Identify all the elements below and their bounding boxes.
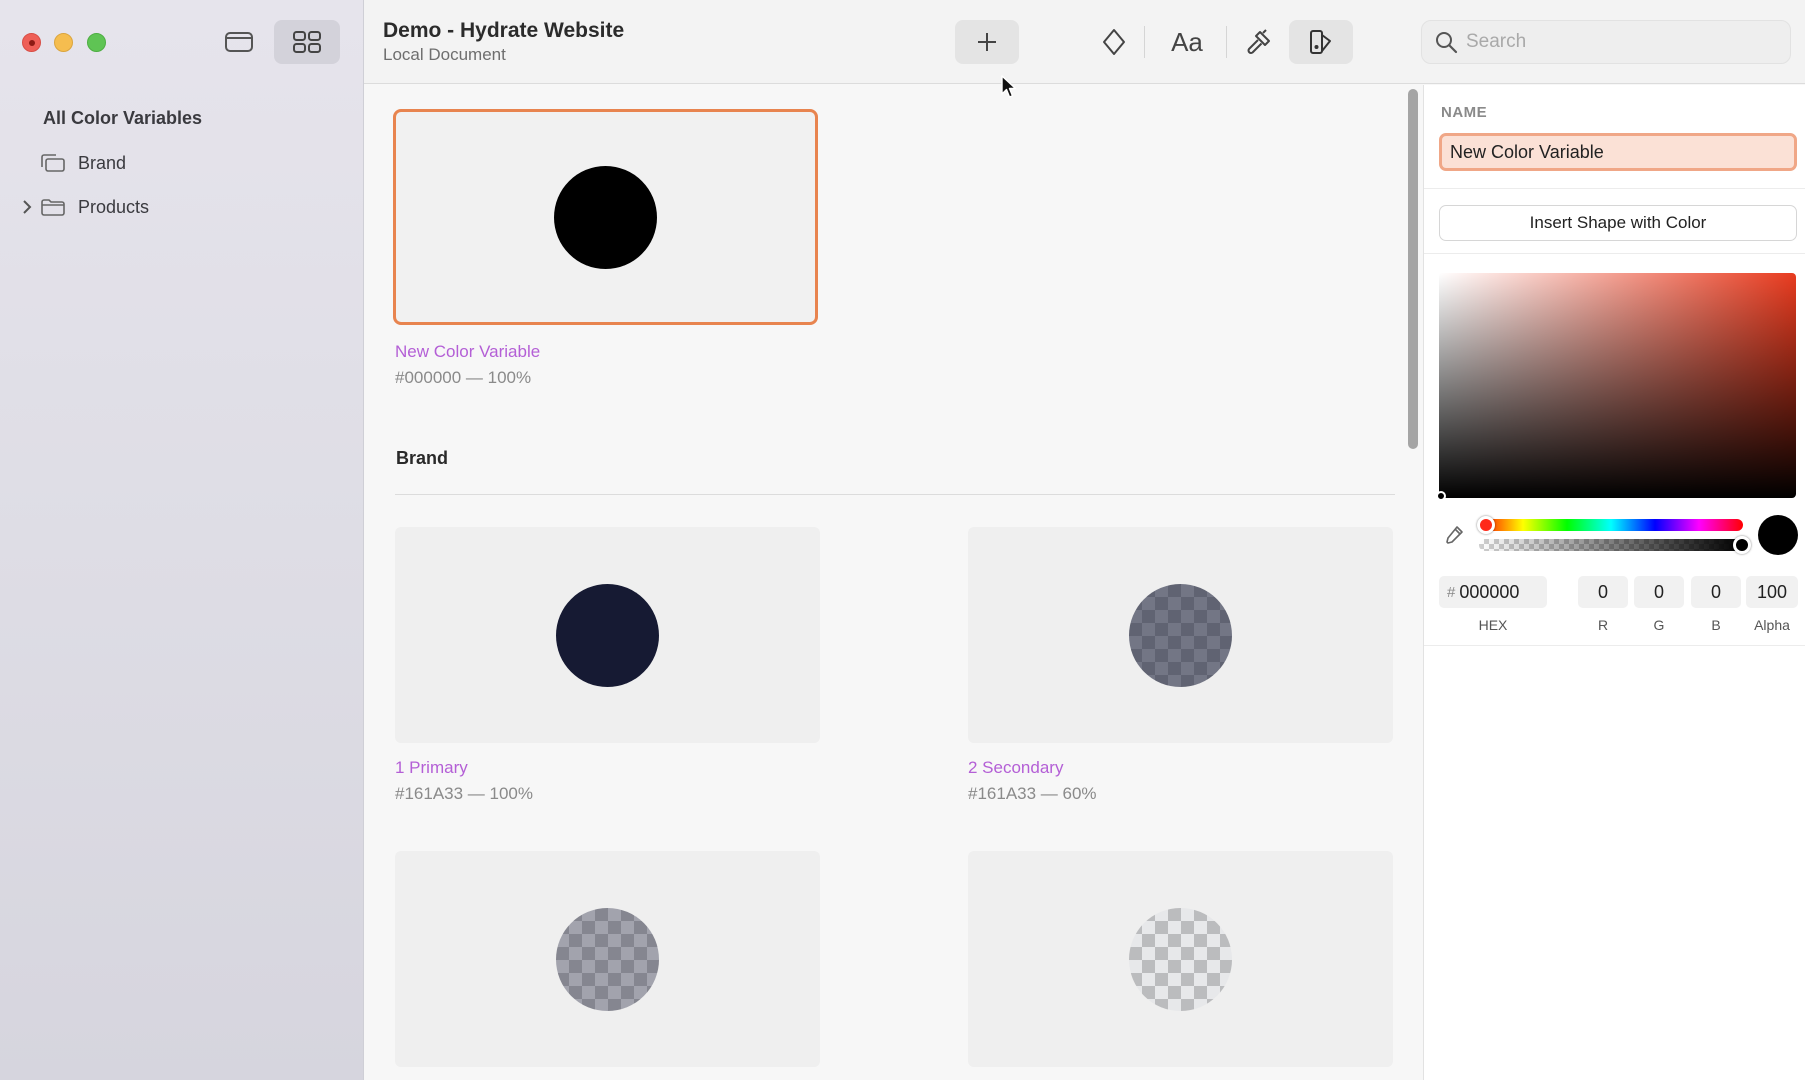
color-variable-card[interactable] [395, 851, 820, 1067]
color-variable-card[interactable] [395, 527, 820, 743]
eyedropper-button[interactable] [1442, 523, 1466, 547]
red-caption: R [1597, 617, 1609, 633]
blue-caption: B [1711, 617, 1721, 633]
name-label: NAME [1441, 104, 1488, 121]
alpha-input[interactable] [1746, 576, 1798, 608]
chevron-right-icon[interactable] [18, 200, 36, 214]
sidebar-item-label: Brand [78, 152, 127, 173]
search-field[interactable] [1421, 20, 1791, 64]
sidebar-item-brand[interactable]: Brand [18, 147, 126, 179]
zoom-window-button[interactable] [87, 33, 106, 52]
color-variable-name: 1 Primary [395, 758, 468, 777]
color-variables-button[interactable] [1289, 20, 1353, 64]
color-variable-name: 2 Secondary [968, 758, 1064, 777]
single-view-button[interactable] [206, 20, 272, 64]
close-window-button[interactable] [22, 33, 41, 52]
color-variables-grid: New Color Variable #000000 — 100% Brand … [364, 85, 1423, 1080]
color-preview [1758, 515, 1798, 555]
color-swatch [554, 165, 657, 269]
sidebar-item-label: Products [78, 196, 150, 217]
blue-input[interactable] [1691, 576, 1741, 608]
insert-shape-with-color-button[interactable]: Insert Shape with Color [1439, 205, 1797, 241]
saturation-brightness-picker[interactable] [1439, 273, 1796, 498]
layer-styles-button[interactable] [1231, 20, 1287, 64]
color-picker-handle[interactable] [1436, 491, 1446, 501]
document-title: Demo - Hydrate Website [383, 19, 625, 42]
diamond-icon [1103, 29, 1125, 55]
hammer-icon [1247, 29, 1270, 54]
color-variable-card[interactable] [968, 527, 1393, 743]
color-swatch [1129, 583, 1232, 687]
grid-icon [293, 31, 321, 53]
hex-prefix: # [1447, 583, 1456, 601]
hue-slider-handle[interactable] [1477, 516, 1495, 534]
green-input[interactable] [1634, 576, 1684, 608]
document-subtitle: Local Document [383, 45, 506, 64]
text-style-icon: Aa [1171, 26, 1203, 57]
alpha-slider-handle[interactable] [1733, 536, 1751, 554]
sidebar-heading-all-color-variables[interactable]: All Color Variables [43, 108, 202, 129]
color-variable-card-selected[interactable] [393, 109, 818, 325]
red-input[interactable] [1578, 576, 1628, 608]
section-title-brand: Brand [396, 448, 449, 468]
search-icon [1436, 32, 1458, 54]
alpha-caption: Alpha [1754, 617, 1790, 633]
green-caption: G [1653, 617, 1665, 633]
add-button[interactable] [955, 20, 1019, 64]
symbols-button[interactable] [1090, 20, 1138, 64]
hex-input[interactable] [1459, 581, 1540, 603]
variable-name-input[interactable] [1439, 133, 1797, 171]
sidebar-view-icon [225, 32, 253, 52]
color-variable-value: #000000 — 100% [395, 368, 532, 387]
minimize-window-button[interactable] [54, 33, 73, 52]
sidebar-item-products[interactable]: Products [18, 191, 149, 223]
stack-folder-icon [40, 153, 66, 173]
color-variable-value: #161A33 — 60% [968, 784, 1097, 803]
color-variable-card[interactable] [968, 851, 1393, 1067]
sidebar: All Color Variables Brand Products [0, 0, 364, 1080]
hex-caption: HEX [1478, 617, 1508, 633]
color-swatch [1129, 907, 1232, 1011]
section-divider [395, 494, 1395, 495]
color-style-icon [1310, 30, 1331, 54]
text-styles-button[interactable]: Aa [1155, 20, 1219, 64]
eyedropper-icon [1446, 526, 1463, 544]
folder-icon [40, 197, 66, 217]
hex-field[interactable]: # [1439, 576, 1547, 608]
scrollbar-thumb[interactable] [1408, 89, 1418, 449]
inspector-panel: NAME Insert Shape with Color # HEX R G B… [1423, 85, 1805, 1080]
search-input[interactable] [1466, 31, 1766, 53]
color-swatch [556, 583, 659, 687]
alpha-slider[interactable] [1479, 539, 1743, 551]
add-icon [978, 33, 996, 51]
mouse-cursor-icon [1001, 75, 1017, 98]
color-variable-value: #161A33 — 100% [395, 784, 533, 803]
toolbar: Demo - Hydrate Website Local Document Aa [364, 0, 1805, 84]
grid-view-button[interactable] [274, 20, 340, 64]
color-variable-name: New Color Variable [395, 342, 541, 361]
hue-slider[interactable] [1479, 519, 1743, 531]
color-swatch [556, 907, 659, 1011]
